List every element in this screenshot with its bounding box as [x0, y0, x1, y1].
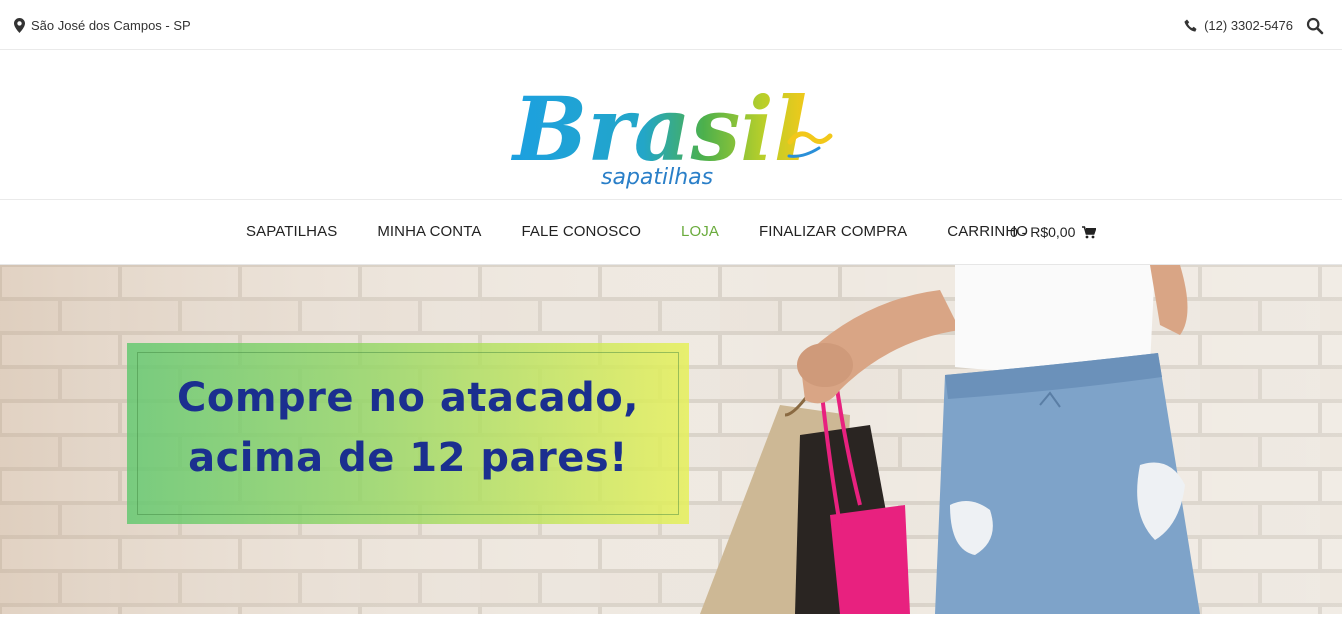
nav-item-sapatilhas[interactable]: SAPATILHAS: [246, 223, 337, 240]
shopping-cart-icon: [1082, 225, 1097, 238]
logo-subtitle: sapatilhas: [601, 165, 713, 190]
nav-item-loja[interactable]: LOJA: [681, 223, 719, 240]
location-info: São José dos Campos - SP: [14, 18, 191, 33]
cart-total: 0 - R$0,00: [1010, 224, 1076, 240]
phone-number: (12) 3302-5476: [1204, 18, 1293, 33]
location-text: São José dos Campos - SP: [31, 18, 191, 33]
hero-banner[interactable]: Compre no atacado, acima de 12 pares!: [0, 265, 1342, 614]
logo-header: Brasil sapatilhas: [0, 50, 1342, 200]
nav-item-fale-conosco[interactable]: FALE CONOSCO: [521, 223, 641, 240]
promo-headline: Compre no atacado,: [177, 375, 639, 421]
top-bar: São José dos Campos - SP (12) 3302-5476: [0, 0, 1342, 50]
phone-icon: [1184, 19, 1197, 32]
nav-menu: SAPATILHAS MINHA CONTA FALE CONOSCO LOJA…: [246, 223, 1068, 240]
nav-item-minha-conta[interactable]: MINHA CONTA: [377, 223, 481, 240]
cart-summary[interactable]: 0 - R$0,00: [1010, 224, 1097, 240]
phone-info[interactable]: (12) 3302-5476: [1184, 18, 1293, 33]
brand-logo[interactable]: Brasil sapatilhas: [505, 62, 835, 192]
map-pin-icon: [14, 18, 25, 33]
nav-item-finalizar-compra[interactable]: FINALIZAR COMPRA: [759, 223, 907, 240]
search-icon[interactable]: [1306, 17, 1324, 35]
main-navigation: SAPATILHAS MINHA CONTA FALE CONOSCO LOJA…: [0, 200, 1342, 265]
promo-box: Compre no atacado, acima de 12 pares!: [127, 343, 689, 524]
promo-subheadline: acima de 12 pares!: [188, 435, 628, 481]
